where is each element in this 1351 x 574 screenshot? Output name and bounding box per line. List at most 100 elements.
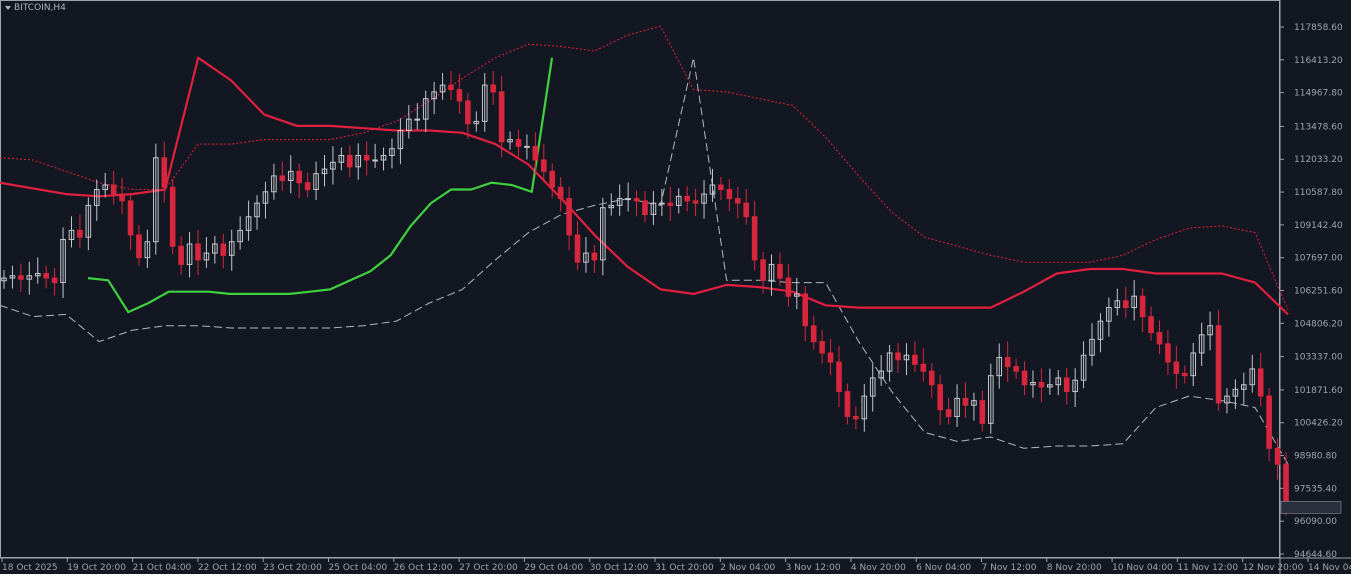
x-tick-label: 7 Nov 12:00 [982, 563, 1037, 573]
candle-body [692, 200, 699, 204]
candle-body [785, 277, 792, 297]
candle-body [945, 409, 952, 418]
x-tick-label: 10 Nov 04:00 [1112, 563, 1173, 573]
candle-body [819, 341, 825, 354]
symbol-label[interactable]: BITCOIN,H4 [5, 3, 66, 13]
y-tick-label: 116413.20 [1294, 56, 1343, 66]
x-tick-label: 14 Nov 04:00 [1308, 563, 1351, 573]
candle-body [625, 198, 631, 201]
x-tick-label: 29 Oct 04:00 [524, 563, 583, 573]
candle-body [574, 234, 581, 263]
lower-envelope-line [0, 57, 1289, 465]
x-tick-label: 27 Oct 20:00 [459, 563, 518, 573]
x-tick-label: 30 Oct 12:00 [590, 563, 649, 573]
y-tick-label: 112033.20 [1294, 155, 1343, 165]
candle-body [962, 397, 969, 406]
y-tick-label: 109142.40 [1294, 221, 1343, 231]
candle-body [912, 354, 918, 365]
candle-body [524, 145, 530, 148]
candle-body [178, 245, 184, 265]
candle-body [1215, 325, 1222, 404]
candle-body [304, 182, 311, 191]
candle-body [591, 252, 598, 261]
candle-body [127, 200, 134, 236]
y-tick-label: 104806.20 [1294, 319, 1343, 329]
candle-body [844, 391, 851, 418]
candle-body [1139, 295, 1146, 318]
candle-body [1148, 316, 1154, 334]
candle-body [566, 198, 572, 236]
candle-body [414, 118, 421, 121]
candle-body [659, 202, 665, 205]
candle-body [490, 84, 496, 93]
y-tick-label: 110587.80 [1294, 188, 1343, 198]
candle-body [195, 243, 201, 261]
candle-body [743, 202, 750, 218]
y-tick-label: 117858.60 [1294, 23, 1343, 33]
price-chart[interactable]: 117858.60 116413.20 114967.80 113478.60 1120… [0, 0, 1351, 574]
candle-body [1257, 368, 1264, 397]
candle-body [895, 352, 901, 361]
candle-body [540, 159, 547, 172]
candle-body [777, 263, 783, 279]
x-tick-label: 11 Nov 12:00 [1177, 563, 1238, 573]
last-price-marker [1280, 501, 1342, 514]
upper-envelope-line [0, 25, 1289, 310]
candle-body [802, 293, 809, 327]
x-tick-label: 22 Oct 12:00 [198, 563, 257, 573]
x-tick-label: 6 Nov 04:00 [916, 563, 971, 573]
candle-body [1165, 343, 1171, 363]
candle-body [51, 277, 58, 284]
candle-body [279, 175, 286, 181]
candle-body [169, 186, 176, 247]
candle-body [633, 198, 640, 202]
candle-body [718, 184, 724, 191]
y-tick-label: 106251.60 [1294, 287, 1343, 297]
candle-body [734, 198, 741, 204]
candle-body [136, 234, 142, 259]
candle-body [751, 216, 758, 261]
candle-body [515, 139, 522, 147]
candle-body [549, 170, 556, 188]
candle-body [853, 416, 859, 420]
candle-body [1283, 463, 1289, 508]
candle-body [296, 170, 303, 184]
candle-body [760, 259, 766, 281]
candle-body [1156, 332, 1163, 345]
y-tick-label: 98980.80 [1294, 452, 1337, 462]
y-tick-label: 94644.60 [1294, 550, 1337, 560]
candle-body [667, 202, 674, 206]
candle-body [1122, 300, 1129, 309]
candle-body [532, 145, 539, 161]
x-tick-label: 26 Oct 12:00 [394, 563, 453, 573]
candle-body [557, 186, 564, 200]
candle-body [110, 184, 117, 195]
candle-body [448, 84, 454, 91]
candle-body [363, 154, 370, 161]
candle-body [43, 273, 49, 279]
candle-body [498, 91, 505, 143]
candle-body [836, 361, 842, 393]
candle-body [642, 200, 648, 215]
x-tick-label: 4 Nov 20:00 [851, 563, 906, 573]
candle-body [346, 154, 353, 168]
candle-body [1274, 447, 1281, 465]
candle-body [1173, 361, 1180, 374]
y-tick-label: 113478.60 [1294, 122, 1343, 132]
candle-body [372, 159, 378, 162]
dropdown-triangle-icon[interactable] [5, 6, 11, 10]
x-tick-label: 8 Nov 20:00 [1047, 563, 1102, 573]
candle-body [1004, 357, 1011, 368]
candle-body [1181, 372, 1188, 377]
candle-body [161, 157, 168, 188]
x-tick-label: 19 Oct 20:00 [67, 563, 126, 573]
candle-body [456, 89, 463, 102]
x-tick-label: 23 Oct 20:00 [263, 563, 322, 573]
x-tick-label: 21 Oct 04:00 [133, 563, 192, 573]
candle-body [810, 325, 817, 343]
x-tick-label: 12 Nov 20:00 [1243, 563, 1304, 573]
y-tick-label: 100426.20 [1294, 419, 1343, 429]
candle-body [979, 400, 986, 424]
x-tick-label: 2 Nov 04:00 [720, 563, 775, 573]
y-tick-label: 114967.80 [1294, 89, 1343, 99]
